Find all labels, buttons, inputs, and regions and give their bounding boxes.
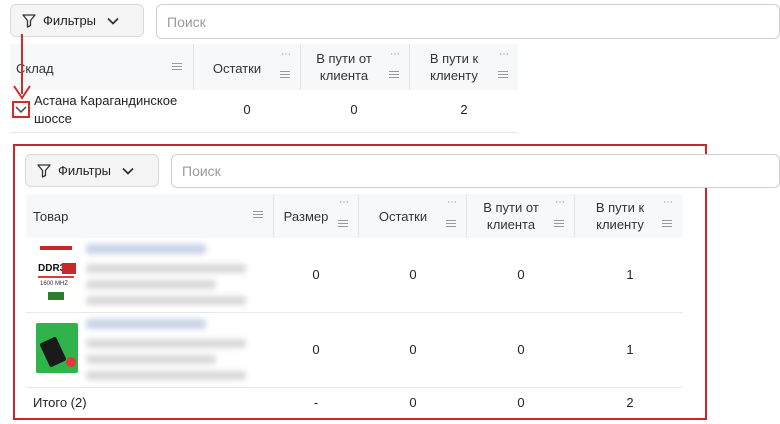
- total-size: -: [313, 395, 319, 410]
- stock-value: 0: [243, 102, 251, 117]
- total-in-transit-to: 2: [626, 395, 634, 410]
- chevron-down-icon: [15, 106, 27, 114]
- column-menu-icon[interactable]: [498, 71, 508, 80]
- column-product[interactable]: Товар: [33, 208, 68, 225]
- column-menu-icon[interactable]: [389, 71, 399, 80]
- column-menu-icon[interactable]: [280, 71, 290, 80]
- size-value: 0: [312, 342, 320, 357]
- column-stock[interactable]: Остатки: [366, 208, 440, 225]
- column-menu-icon[interactable]: [446, 220, 456, 229]
- stock-value: 0: [409, 342, 417, 357]
- filter-icon: [37, 163, 51, 178]
- filter-label: Фильтры: [43, 13, 97, 28]
- more-icon[interactable]: ⋯: [339, 198, 349, 208]
- in-transit-from-value: 0: [350, 102, 358, 117]
- more-icon[interactable]: ⋯: [499, 50, 509, 60]
- total-stock: 0: [409, 395, 417, 410]
- in-transit-from-value: 0: [517, 267, 525, 282]
- in-transit-to-value: 1: [626, 342, 634, 357]
- column-stock[interactable]: Остатки: [200, 60, 274, 77]
- column-in-transit-from[interactable]: В пути от клиента: [473, 199, 549, 233]
- column-menu-icon[interactable]: [253, 211, 263, 220]
- column-size[interactable]: Размер: [280, 208, 332, 225]
- in-transit-to-value: 2: [460, 102, 468, 117]
- column-in-transit-from[interactable]: В пути от клиента: [306, 50, 382, 84]
- more-icon[interactable]: ⋯: [447, 198, 457, 208]
- expand-row-button[interactable]: [12, 101, 30, 118]
- total-in-transit-from: 0: [517, 395, 525, 410]
- search-placeholder: Поиск: [167, 13, 206, 30]
- column-menu-icon[interactable]: [554, 220, 564, 229]
- column-menu-icon[interactable]: [172, 63, 182, 72]
- totals-label: Итого (2): [33, 395, 87, 410]
- inner-search-input[interactable]: Поиск: [171, 154, 780, 188]
- in-transit-from-value: 0: [517, 342, 525, 357]
- column-in-transit-to[interactable]: В пути к клиенту: [582, 199, 658, 233]
- annotation-arrow-icon: [13, 34, 31, 100]
- filter-label: Фильтры: [58, 163, 112, 178]
- size-value: 0: [312, 267, 320, 282]
- stock-value: 0: [409, 267, 417, 282]
- more-icon[interactable]: ⋯: [390, 50, 400, 60]
- thumbnail-sub: 1600 MHZ: [40, 281, 69, 287]
- column-menu-icon[interactable]: [662, 220, 672, 229]
- warehouse-name: Астана Карагандинское шоссе: [34, 93, 178, 126]
- search-input[interactable]: Поиск: [156, 4, 780, 39]
- product-thumbnail: DDR3 1600 MHZ: [34, 246, 78, 304]
- product-thumbnail: [36, 323, 78, 373]
- more-icon[interactable]: ⋯: [281, 50, 291, 60]
- chevron-down-icon: [122, 167, 134, 175]
- column-in-transit-to[interactable]: В пути к клиенту: [416, 50, 492, 84]
- more-icon[interactable]: ⋯: [555, 198, 565, 208]
- search-placeholder: Поиск: [182, 163, 221, 179]
- chevron-down-icon: [107, 17, 119, 25]
- column-menu-icon[interactable]: [338, 220, 348, 229]
- in-transit-to-value: 1: [626, 267, 634, 282]
- more-icon[interactable]: ⋯: [663, 198, 673, 208]
- filter-icon: [22, 13, 36, 28]
- inner-filter-button[interactable]: Фильтры: [25, 154, 159, 187]
